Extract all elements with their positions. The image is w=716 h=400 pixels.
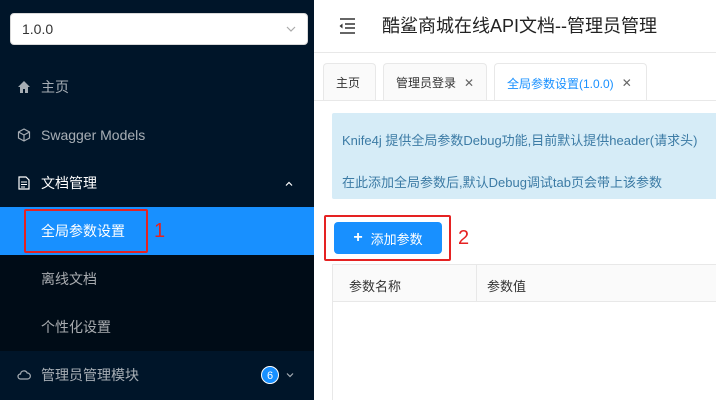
tab-home[interactable]: 主页 bbox=[323, 63, 376, 101]
alert-line-1: Knife4j 提供全局参数Debug功能,目前默认提供header(请求头) bbox=[342, 133, 698, 148]
version-select[interactable]: 1.0.0 bbox=[10, 13, 308, 45]
sidebar: 1.0.0 主页 Swagger Models 文档管理 全局参数设置 离线文档… bbox=[0, 0, 314, 400]
sidebar-item-label: 主页 bbox=[41, 79, 69, 95]
chevron-up-icon bbox=[285, 181, 293, 186]
column-header-name: 参数名称 bbox=[349, 279, 402, 294]
close-icon[interactable]: ✕ bbox=[464, 76, 474, 90]
document-icon bbox=[18, 176, 30, 190]
submenu-item-offline-docs[interactable]: 离线文档 bbox=[0, 255, 314, 303]
count-badge: 6 bbox=[261, 366, 279, 384]
annotation-box-2 bbox=[324, 215, 451, 261]
tab-admin-login[interactable]: 管理员登录 ✕ bbox=[383, 63, 487, 101]
alert-line-2: 在此添加全局参数后,默认Debug调试tab页会带上该参数 bbox=[342, 175, 662, 190]
params-table-header: 参数名称 参数值 bbox=[332, 264, 716, 302]
version-value: 1.0.0 bbox=[22, 21, 54, 37]
sidebar-item-label: 管理员管理模块 bbox=[41, 367, 139, 383]
tab-label: 全局参数设置(1.0.0) bbox=[507, 76, 614, 91]
sidebar-item-home[interactable]: 主页 bbox=[0, 63, 314, 111]
chevron-down-icon bbox=[286, 373, 294, 378]
sidebar-item-label: 文档管理 bbox=[41, 175, 97, 191]
page-title: 酷鲨商城在线API文档--管理员管理 bbox=[382, 16, 657, 36]
home-icon bbox=[18, 81, 30, 93]
annotation-box-1 bbox=[24, 209, 148, 253]
submenu-item-label: 个性化设置 bbox=[41, 319, 111, 335]
main-content: Knife4j 提供全局参数Debug功能,目前默认提供header(请求头) … bbox=[314, 101, 716, 400]
tabs-bar: 主页 管理员登录 ✕ 全局参数设置(1.0.0) ✕ bbox=[314, 53, 716, 102]
cube-icon bbox=[17, 128, 31, 142]
submenu-item-label: 离线文档 bbox=[41, 271, 97, 287]
info-alert: Knife4j 提供全局参数Debug功能,目前默认提供header(请求头) … bbox=[332, 113, 716, 199]
cloud-icon bbox=[17, 370, 31, 380]
header: 酷鲨商城在线API文档--管理员管理 bbox=[314, 0, 716, 53]
params-table-body bbox=[332, 302, 716, 400]
sidebar-item-docs[interactable]: 文档管理 bbox=[0, 159, 314, 207]
tab-label: 主页 bbox=[336, 76, 361, 90]
sidebar-item-swagger-models[interactable]: Swagger Models bbox=[0, 111, 314, 159]
annotation-number-1: 1 bbox=[154, 220, 166, 242]
annotation-number-2: 2 bbox=[458, 227, 470, 249]
sidebar-item-label: Swagger Models bbox=[41, 127, 146, 143]
column-divider bbox=[476, 265, 477, 301]
tab-global-params[interactable]: 全局参数设置(1.0.0) ✕ bbox=[494, 63, 647, 102]
tab-label: 管理员登录 bbox=[396, 76, 457, 90]
close-icon[interactable]: ✕ bbox=[622, 76, 632, 90]
menu-fold-icon[interactable] bbox=[337, 17, 357, 35]
column-header-value: 参数值 bbox=[487, 279, 527, 294]
chevron-down-icon bbox=[286, 26, 296, 32]
submenu-item-personalize[interactable]: 个性化设置 bbox=[0, 303, 314, 351]
